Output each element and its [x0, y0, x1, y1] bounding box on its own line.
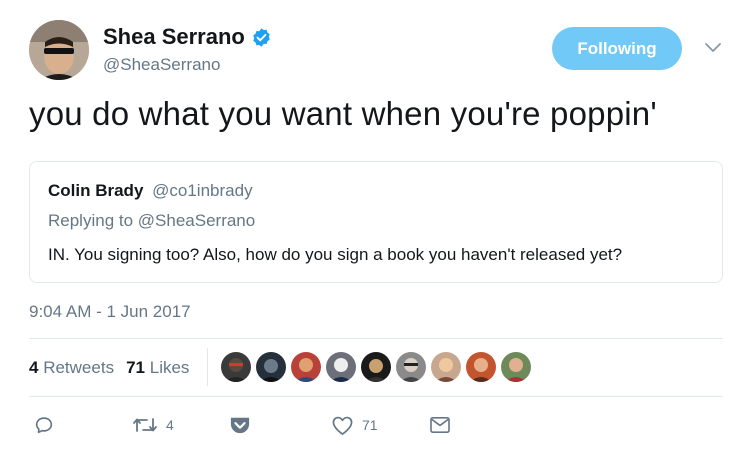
- reply-button[interactable]: [33, 413, 55, 437]
- quoted-author-name: Colin Brady: [48, 181, 144, 200]
- author-handle[interactable]: @SheaSerrano: [103, 55, 220, 75]
- author-name[interactable]: Shea Serrano: [103, 24, 272, 50]
- retweets-stat[interactable]: 4 Retweets: [29, 358, 114, 378]
- liker-avatar[interactable]: [291, 352, 321, 382]
- envelope-icon: [429, 416, 451, 434]
- likes-label: Likes: [149, 358, 190, 377]
- reply-icon: [33, 414, 55, 436]
- liker-avatar[interactable]: [326, 352, 356, 382]
- likes-count: 71: [126, 358, 145, 377]
- likes-stat[interactable]: 71 Likes: [126, 358, 189, 378]
- retweet-count: 4: [166, 417, 174, 433]
- liker-avatar[interactable]: [431, 352, 461, 382]
- quoted-replying-to: Replying to @SheaSerrano: [48, 211, 256, 230]
- tweet-stats: 4 Retweets 71 Likes: [29, 358, 189, 378]
- likers-avatars: [221, 352, 531, 382]
- liker-avatar[interactable]: [501, 352, 531, 382]
- direct-message-button[interactable]: [429, 413, 451, 437]
- retweet-icon: [132, 414, 158, 436]
- divider: [29, 338, 723, 339]
- tweet-card: Shea Serrano @SheaSerrano Following you …: [0, 0, 750, 456]
- tweet-text: you do what you want when you're poppin': [29, 95, 657, 132]
- quoted-tweet-text: IN. You signing too? Also, how do you si…: [48, 245, 623, 264]
- liker-avatar[interactable]: [361, 352, 391, 382]
- heart-icon: [331, 415, 354, 436]
- verified-badge-icon: [251, 27, 272, 48]
- liker-avatar[interactable]: [396, 352, 426, 382]
- liker-avatar[interactable]: [221, 352, 251, 382]
- quoted-tweet[interactable]: Colin Brady @co1inbrady Replying to @She…: [29, 161, 723, 283]
- liker-avatar[interactable]: [466, 352, 496, 382]
- retweets-count: 4: [29, 358, 39, 377]
- stats-separator: [207, 348, 208, 386]
- author-avatar[interactable]: [29, 20, 89, 80]
- tweet-timestamp[interactable]: 9:04 AM - 1 Jun 2017: [29, 302, 191, 322]
- following-button[interactable]: Following: [552, 27, 682, 70]
- quoted-author: Colin Brady @co1inbrady: [48, 181, 253, 201]
- quoted-author-handle: @co1inbrady: [152, 181, 253, 200]
- like-button[interactable]: 71: [331, 413, 378, 437]
- divider: [29, 396, 723, 397]
- liker-avatar[interactable]: [256, 352, 286, 382]
- retweets-label: Retweets: [43, 358, 115, 377]
- author-name-text[interactable]: Shea Serrano: [103, 24, 245, 50]
- retweet-button[interactable]: 4: [132, 413, 174, 437]
- pocket-icon: [229, 415, 251, 435]
- like-count: 71: [362, 417, 378, 433]
- pocket-button[interactable]: [229, 413, 251, 437]
- chevron-down-icon[interactable]: [703, 40, 723, 56]
